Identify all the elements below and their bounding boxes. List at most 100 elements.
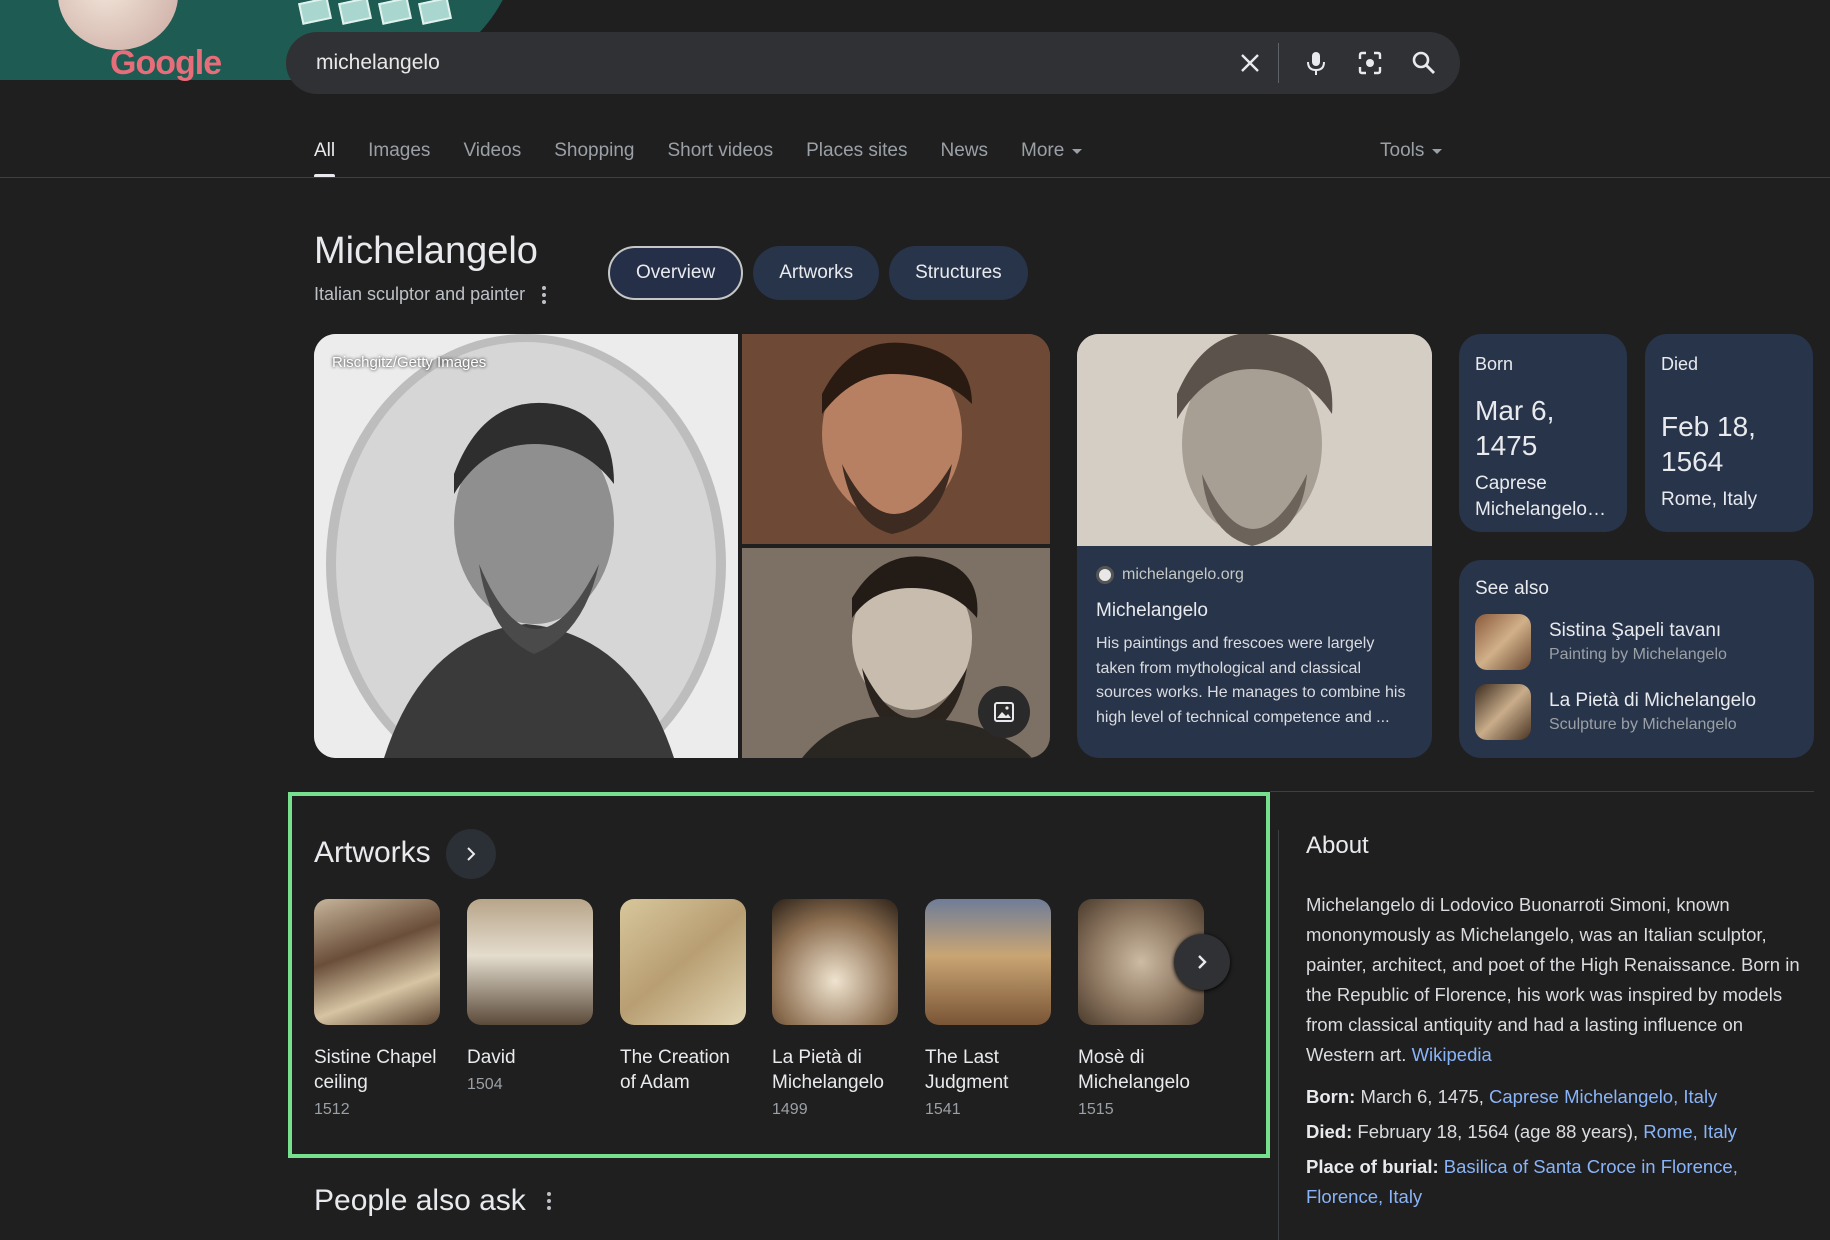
- entity-subtitle-row: Italian sculptor and painter: [314, 284, 549, 305]
- tab-label: Images: [368, 140, 431, 161]
- artwork-thumbnail: [467, 899, 593, 1025]
- tab-shopping[interactable]: Shopping: [554, 140, 634, 162]
- about-title: About: [1306, 832, 1369, 859]
- source-card[interactable]: michelangelo.org Michelangelo His painti…: [1077, 334, 1432, 758]
- image-icon: [994, 702, 1014, 722]
- portrait-image-painting[interactable]: [742, 334, 1050, 544]
- people-also-ask-heading: People also ask: [314, 1184, 554, 1218]
- tab-videos[interactable]: Videos: [463, 140, 521, 162]
- portrait-painting: [742, 334, 1050, 544]
- artwork-card[interactable]: The Creation of Adam: [620, 899, 746, 1101]
- born-date: Mar 6, 1475: [1475, 395, 1555, 461]
- see-also-item[interactable]: La Pietà di Michelangelo Sculpture by Mi…: [1475, 684, 1798, 740]
- chip-overview[interactable]: Overview: [608, 246, 744, 300]
- tab-label: All: [314, 140, 336, 161]
- artwork-card[interactable]: David 1504: [467, 899, 593, 1094]
- header-divider: [0, 177, 1830, 178]
- portrait-engraving: [314, 334, 738, 758]
- photo-credit: Rischgitz/Getty Images: [332, 354, 487, 371]
- tab-label: Places sites: [806, 140, 908, 161]
- died-place: Rome, Italy: [1661, 489, 1758, 510]
- see-also-card: See also Sistina Şapeli tavanı Painting …: [1459, 560, 1814, 758]
- artwork-thumbnail: [620, 899, 746, 1025]
- more-images-button[interactable]: [978, 686, 1030, 738]
- artwork-card[interactable]: La Pietà di Michelangelo 1499: [772, 899, 898, 1119]
- artwork-card[interactable]: The Last Judgment 1541: [925, 899, 1051, 1119]
- camera-lens-icon[interactable]: [1352, 45, 1388, 81]
- tab-short-videos[interactable]: Short videos: [668, 140, 774, 162]
- tab-more[interactable]: More: [1021, 140, 1083, 162]
- died-place-link[interactable]: Rome, Italy: [1643, 1121, 1737, 1142]
- tab-label: Videos: [463, 140, 522, 161]
- about-died-label: Died:: [1306, 1121, 1353, 1142]
- artwork-thumbnail: [772, 899, 898, 1025]
- born-label: Born: [1475, 354, 1514, 374]
- artwork-year: 1504: [467, 1076, 503, 1093]
- caret-down-icon: [1432, 148, 1443, 154]
- clear-icon[interactable]: [1232, 45, 1268, 81]
- tab-label: News: [940, 140, 989, 161]
- artwork-thumbnail: [314, 899, 440, 1025]
- see-also-desc: Painting by Michelangelo: [1549, 646, 1727, 663]
- about-died-text: February 18, 1564 (age 88 years),: [1357, 1121, 1639, 1142]
- tab-all[interactable]: All: [314, 140, 336, 178]
- section-divider: [1270, 791, 1814, 792]
- tab-news[interactable]: News: [941, 140, 989, 162]
- search-tabs: All Images Videos Shopping Short videos …: [314, 140, 1115, 178]
- artwork-year: 1515: [1078, 1101, 1114, 1118]
- see-also-desc: Sculpture by Michelangelo: [1549, 716, 1737, 733]
- source-domain-row: michelangelo.org: [1096, 566, 1244, 584]
- died-card[interactable]: Died Feb 18, 1564 Rome, Italy: [1645, 334, 1813, 532]
- see-also-item[interactable]: Sistina Şapeli tavanı Painting by Michel…: [1475, 614, 1798, 670]
- entity-subtitle: Italian sculptor and painter: [314, 284, 526, 304]
- artwork-name: The Last Judgment: [925, 1047, 1009, 1093]
- entity-title: Michelangelo: [314, 230, 538, 272]
- source-card-image: [1077, 334, 1432, 546]
- search-divider: [1278, 43, 1279, 83]
- see-also-name: Sistina Şapeli tavanı: [1549, 620, 1722, 641]
- tab-images[interactable]: Images: [368, 140, 430, 162]
- artwork-year: 1541: [925, 1101, 961, 1118]
- chip-artworks[interactable]: Artworks: [753, 246, 880, 300]
- tools-button[interactable]: Tools: [1380, 140, 1443, 162]
- tab-places-sites[interactable]: Places sites: [806, 140, 907, 162]
- wikipedia-link[interactable]: Wikipedia: [1412, 1044, 1492, 1065]
- see-also-title: See also: [1475, 578, 1549, 599]
- people-also-ask-title: People also ask: [314, 1184, 526, 1217]
- about-born-row: Born: March 6, 1475, Caprese Michelangel…: [1306, 1082, 1814, 1112]
- artwork-card[interactable]: Mosè di Michelangelo 1515: [1078, 899, 1204, 1119]
- column-divider: [1278, 830, 1279, 1240]
- source-domain: michelangelo.org: [1122, 566, 1244, 583]
- born-card[interactable]: Born Mar 6, 1475 Caprese Michelangelo…: [1459, 334, 1627, 532]
- tools-label: Tools: [1380, 140, 1425, 161]
- artwork-name: Mosè di Michelangelo: [1078, 1047, 1190, 1093]
- artwork-name: Sistine Chapel ceiling: [314, 1047, 437, 1093]
- artwork-name: La Pietà di Michelangelo: [772, 1047, 884, 1093]
- see-also-name: La Pietà di Michelangelo: [1549, 690, 1757, 711]
- portrait-image-main[interactable]: Rischgitz/Getty Images: [314, 334, 738, 758]
- tab-label: More: [1021, 140, 1065, 161]
- artworks-title[interactable]: Artworks: [314, 836, 431, 870]
- carousel-next-button[interactable]: [1174, 934, 1230, 990]
- search-input[interactable]: michelangelo: [316, 51, 440, 75]
- search-icon[interactable]: [1406, 45, 1442, 81]
- about-text: Michelangelo di Lodovico Buonarroti Simo…: [1306, 894, 1800, 1065]
- google-logo[interactable]: Google: [110, 44, 222, 83]
- more-options-icon[interactable]: [544, 1192, 554, 1210]
- about-born-label: Born:: [1306, 1086, 1356, 1107]
- source-title[interactable]: Michelangelo: [1096, 600, 1208, 622]
- site-favicon-icon: [1096, 566, 1114, 584]
- chevron-right-icon: [1198, 955, 1207, 969]
- portrait-image-print[interactable]: [742, 548, 1050, 758]
- born-place-link[interactable]: Caprese Michelangelo, Italy: [1489, 1086, 1717, 1107]
- died-date: Feb 18, 1564: [1661, 411, 1756, 477]
- artwork-card[interactable]: Sistine Chapel ceiling 1512: [314, 899, 440, 1119]
- chip-structures[interactable]: Structures: [889, 246, 1028, 300]
- search-bar[interactable]: michelangelo: [286, 32, 1460, 94]
- more-options-icon[interactable]: [539, 285, 549, 304]
- microphone-icon[interactable]: [1298, 45, 1334, 81]
- about-burial-row: Place of burial: Basilica of Santa Croce…: [1306, 1152, 1814, 1212]
- artworks-expand-button[interactable]: [446, 829, 496, 879]
- tab-label: Short videos: [667, 140, 774, 161]
- tab-label: Shopping: [554, 140, 635, 161]
